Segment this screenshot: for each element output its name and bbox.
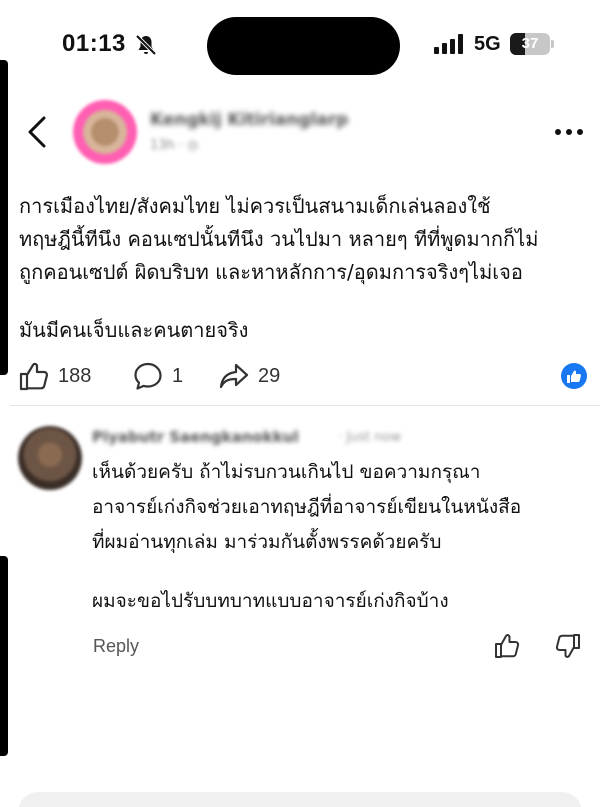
post-text-last-line: มันมีคนเจ็บและคนตายจริง xyxy=(19,318,249,342)
post-author-avatar[interactable] xyxy=(73,100,137,164)
comment-icon xyxy=(134,362,162,390)
comment-text: เห็นด้วยครับ ถ้าไม่รบกวนเกินไป ขอความกรุ… xyxy=(92,455,592,560)
post-meta: 13h · ◎ xyxy=(150,138,199,153)
share-count: 29 xyxy=(258,364,281,387)
battery-icon: 37 xyxy=(510,33,554,55)
thumbs-up-icon xyxy=(19,362,49,391)
status-time: 01:13 xyxy=(62,30,126,57)
comment-input-bar[interactable] xyxy=(18,792,582,807)
comment-line: อาจารย์เก่งกิจช่วยเอาทฤษฎีที่อาจารย์เขีย… xyxy=(92,496,522,518)
status-bar: 01:13 5G 37 xyxy=(0,0,600,90)
thumbs-up-icon[interactable] xyxy=(494,632,522,660)
network-type: 5G xyxy=(474,33,501,55)
dynamic-island xyxy=(207,17,400,75)
screen-edge-shadow xyxy=(0,60,8,375)
comment-author-name[interactable]: Piyabutr Saengkanokkul xyxy=(92,428,299,446)
share-button[interactable]: 29 xyxy=(218,360,280,392)
comment-count: 1 xyxy=(172,364,184,387)
signal-icon xyxy=(434,34,463,54)
thumbs-up-icon xyxy=(567,370,581,383)
like-reaction-badge xyxy=(561,363,587,389)
post-author-name[interactable]: Kengkij Kitirianglarp xyxy=(150,110,348,130)
battery-level: 37 xyxy=(521,35,539,52)
like-button[interactable]: 188 xyxy=(18,360,91,392)
bell-off-icon xyxy=(135,34,157,56)
comment-time: · Just now xyxy=(338,430,402,445)
screen-edge-shadow xyxy=(0,556,8,756)
comment-line: เห็นด้วยครับ ถ้าไม่รบกวนเกินไป ขอความกรุ… xyxy=(92,461,481,483)
post-text: การเมืองไทย/สังคมไทย ไม่ควรเป็นสนามเด็กเ… xyxy=(19,194,539,284)
thumbs-down-icon[interactable] xyxy=(553,632,581,660)
divider xyxy=(10,405,600,406)
reply-button[interactable]: Reply xyxy=(93,636,139,657)
back-icon[interactable] xyxy=(24,114,50,150)
comment-button[interactable]: 1 xyxy=(132,360,183,392)
comment-text-last-line: ผมจะขอไปรับบทบาทแบบอาจารย์เก่งกิจบ้าง xyxy=(92,590,449,612)
share-icon xyxy=(219,363,249,389)
comment-author-avatar[interactable] xyxy=(18,426,82,490)
more-icon[interactable] xyxy=(554,127,584,137)
comment-line: ที่ผมอ่านทุกเล่ม มาร่วมกันตั้งพรรคด้วยคร… xyxy=(92,531,442,553)
like-count: 188 xyxy=(58,364,92,387)
